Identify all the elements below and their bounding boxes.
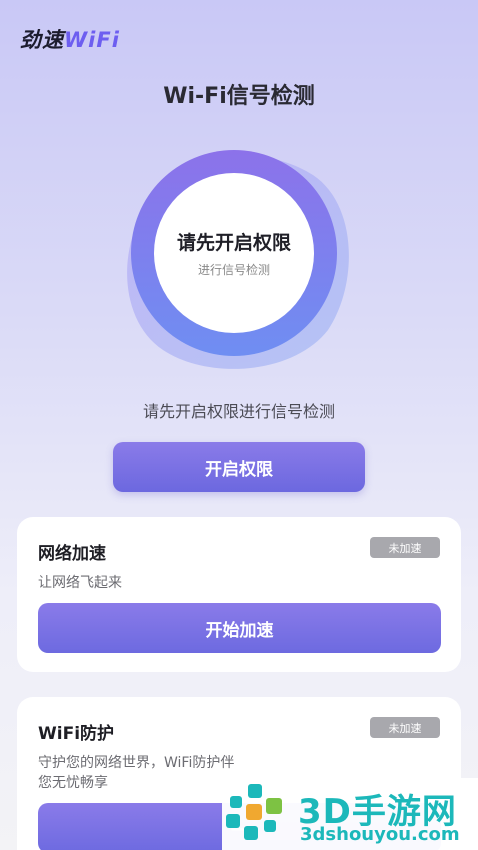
- gauge-main-text: 请先开启权限: [176, 232, 291, 254]
- gauge-sub-text: 进行信号检测: [197, 263, 270, 277]
- card-title: 网络加速: [38, 544, 106, 564]
- page-title: Wi-Fi信号检测: [163, 84, 315, 109]
- network-boost-card: 网络加速 未加速 让网络飞起来 开始加速: [17, 517, 461, 672]
- signal-gauge[interactable]: 请先开启权限 进行信号检测: [108, 145, 358, 375]
- permission-hint: 请先开启权限进行信号检测: [142, 402, 335, 421]
- watermark-logo-icon: [226, 784, 282, 840]
- status-badge: 未加速: [370, 537, 440, 558]
- watermark-url: 3dshouyou.com: [300, 824, 460, 845]
- card-title: WiFi防护: [38, 724, 115, 744]
- logo-cn-text: 劲速: [20, 28, 64, 52]
- logo-en-text: WiFi: [64, 28, 120, 52]
- app-logo: 劲速WiFi: [20, 24, 120, 54]
- gauge-center: 请先开启权限 进行信号检测: [154, 173, 314, 333]
- start-boost-button[interactable]: 开始加速: [38, 603, 441, 653]
- enable-permission-button[interactable]: 开启权限: [113, 442, 365, 492]
- status-badge: 未加速: [370, 717, 440, 738]
- card-description: 守护您的网络世界，WiFi防护伴您无忧畅享: [38, 755, 235, 791]
- card-description: 让网络飞起来: [38, 575, 122, 591]
- watermark: 3D手游网 3dshouyou.com: [222, 778, 478, 850]
